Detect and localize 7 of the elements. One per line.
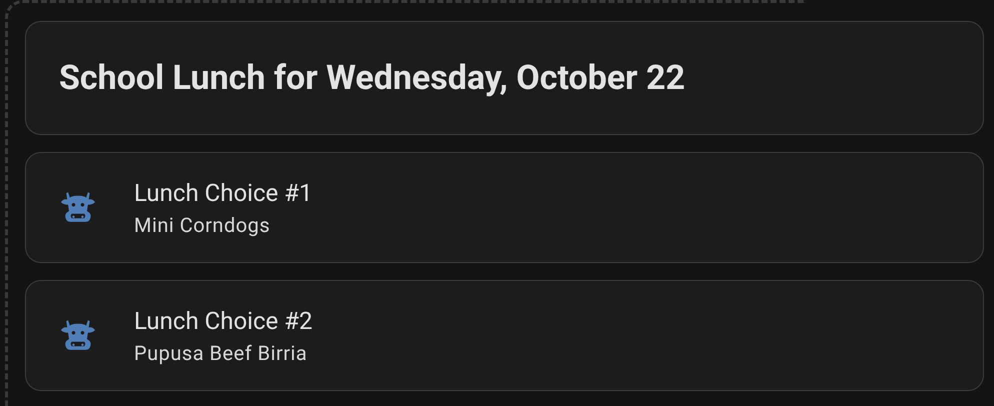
choice-title: Lunch Choice #2	[134, 306, 312, 334]
cow-icon	[60, 191, 96, 224]
header-title: School Lunch for Wednesday, October 22	[59, 58, 686, 98]
choice-item: Mini Corndogs	[134, 212, 272, 236]
choice-item: Pupusa Beef Birria	[134, 340, 308, 364]
cow-icon	[60, 319, 96, 352]
choice-title: Lunch Choice #1	[134, 178, 312, 206]
